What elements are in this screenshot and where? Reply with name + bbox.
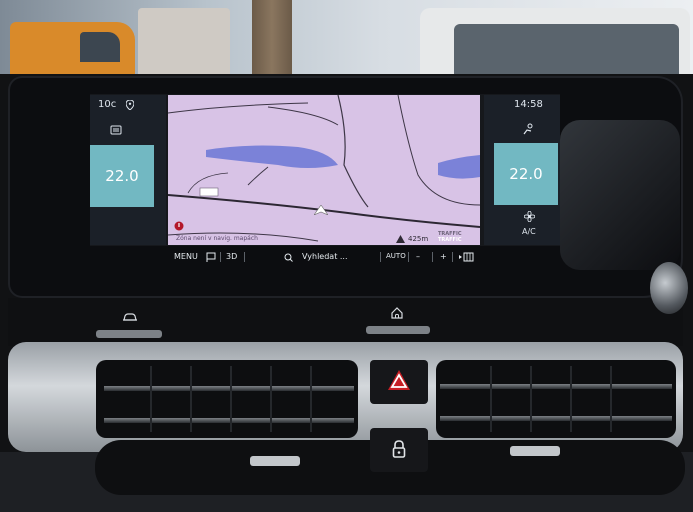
car-shortcut-button[interactable] bbox=[96, 330, 162, 338]
toolbar-divider bbox=[452, 252, 453, 262]
toolbar-divider bbox=[432, 252, 433, 262]
navigation-map[interactable]: Zóna není v navig. mapách 425m TRAFFIC T… bbox=[168, 95, 480, 245]
alert-dot-icon bbox=[174, 221, 184, 231]
vent-fin bbox=[490, 366, 492, 432]
view-3d-button[interactable]: 3D bbox=[226, 252, 237, 261]
truck-body bbox=[138, 8, 230, 80]
flag-icon[interactable] bbox=[206, 252, 216, 262]
right-climate-panel: 14:58 22.0 A/C bbox=[484, 95, 560, 245]
lock-icon bbox=[392, 440, 406, 458]
vent-fin bbox=[270, 366, 272, 432]
passenger-temp-button[interactable]: 22.0 bbox=[494, 143, 558, 205]
car-dashboard-photo: 10c 22.0 Zóna není v navig. mapách 425m … bbox=[0, 0, 693, 512]
vent-fin bbox=[310, 366, 312, 432]
left-air-vent bbox=[96, 360, 358, 438]
glass-reflection bbox=[560, 120, 680, 270]
driver-temp-button[interactable]: 22.0 bbox=[90, 145, 154, 207]
toolbar-divider bbox=[244, 252, 245, 262]
map-roads bbox=[168, 95, 480, 242]
home-button[interactable] bbox=[366, 326, 430, 334]
volume-knob[interactable] bbox=[650, 262, 688, 314]
right-air-vent bbox=[436, 360, 676, 438]
traffic-label: TRAFFIC TRAFFIC bbox=[438, 231, 462, 243]
menu-button[interactable]: MENU bbox=[174, 252, 198, 261]
vent-slat bbox=[104, 418, 354, 423]
toolbar-divider bbox=[220, 252, 221, 262]
car-icon bbox=[123, 313, 137, 321]
vent-fin bbox=[230, 366, 232, 432]
location-pin-icon bbox=[126, 100, 134, 110]
vent-slat bbox=[440, 416, 672, 421]
home-icon bbox=[391, 307, 403, 319]
search-icon[interactable] bbox=[284, 253, 293, 262]
left-climate-panel: 10c 22.0 bbox=[90, 95, 166, 245]
warning-icon bbox=[396, 235, 405, 243]
map-scale: 425m bbox=[408, 235, 429, 243]
clock: 14:58 bbox=[514, 99, 543, 110]
zoom-auto-button[interactable]: AUTO bbox=[386, 252, 406, 260]
vent-fin bbox=[150, 366, 152, 432]
hazard-button[interactable] bbox=[370, 360, 428, 404]
ac-button[interactable]: A/C bbox=[522, 227, 536, 236]
panel-toggle-icon[interactable] bbox=[458, 252, 474, 262]
seat-heat-icon[interactable] bbox=[522, 123, 534, 135]
vent-slat bbox=[440, 384, 672, 389]
toolbar-divider bbox=[408, 252, 409, 262]
vent-adjuster[interactable] bbox=[250, 456, 300, 466]
passenger-temp-value: 22.0 bbox=[509, 165, 543, 183]
nav-toolbar: MENU 3D Vyhledat ... AUTO – + bbox=[168, 250, 480, 266]
vent-slat bbox=[104, 386, 354, 391]
outside-temperature: 10c bbox=[98, 99, 117, 110]
control-strip bbox=[8, 298, 683, 346]
search-button[interactable]: Vyhledat ... bbox=[302, 252, 348, 261]
orange-truck bbox=[10, 22, 135, 80]
fan-icon[interactable] bbox=[524, 211, 535, 222]
hazard-triangle-icon bbox=[388, 370, 410, 390]
vent-fin bbox=[570, 366, 572, 432]
tree-trunk bbox=[252, 0, 292, 82]
rear-defrost-icon[interactable] bbox=[110, 125, 122, 135]
zone-note: Zóna není v navig. mapách bbox=[176, 235, 258, 242]
vent-adjuster[interactable] bbox=[510, 446, 560, 456]
zoom-in-button[interactable]: + bbox=[440, 252, 447, 261]
central-lock-button[interactable] bbox=[370, 428, 428, 472]
toolbar-divider bbox=[380, 252, 381, 262]
position-arrow-icon bbox=[314, 205, 328, 215]
vent-fin bbox=[610, 366, 612, 432]
vent-fin bbox=[530, 366, 532, 432]
driver-temp-value: 22.0 bbox=[105, 167, 139, 185]
zoom-out-button[interactable]: – bbox=[416, 252, 420, 261]
vent-fin bbox=[190, 366, 192, 432]
traffic-line-2: TRAFFIC bbox=[438, 237, 462, 243]
